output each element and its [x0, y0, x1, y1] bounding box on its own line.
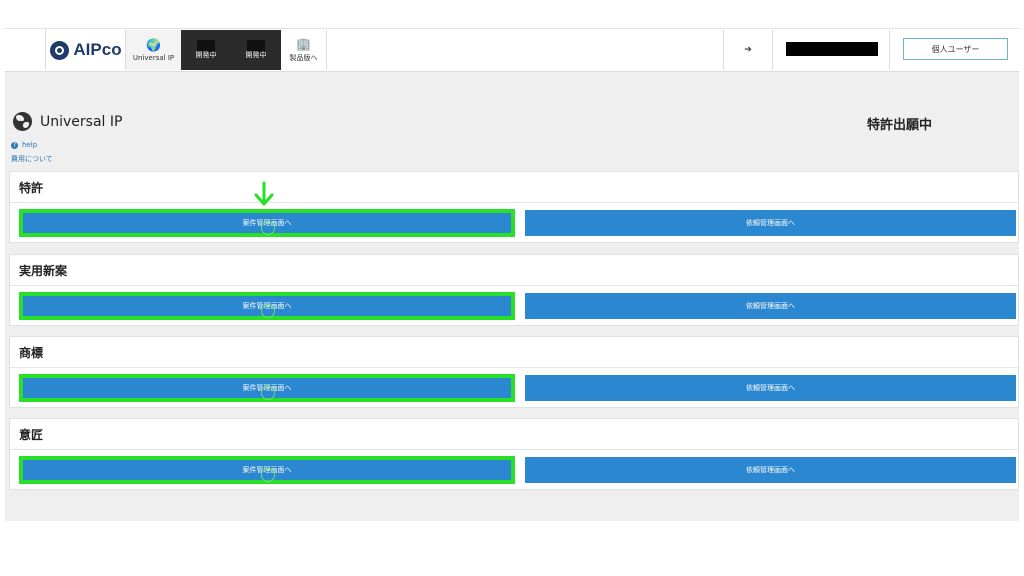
case-management-button[interactable]: 案件管理画面へ — [19, 374, 515, 402]
logout-button[interactable]: ➔ — [723, 30, 773, 70]
request-management-button[interactable]: 依頼管理画面へ — [525, 210, 1016, 236]
redacted-username — [786, 42, 878, 56]
question-circle-icon: ? — [11, 141, 18, 149]
globe-icon: 🌍 — [146, 37, 161, 52]
app-window: AIPco 🌍 Universal IP 開発中 開発中 🏢 製品版へ ➔ 個人… — [5, 28, 1019, 521]
divider — [889, 30, 890, 70]
section-title: 実用新案 — [19, 264, 68, 278]
section-title: 意匠 — [19, 428, 44, 442]
case-management-button[interactable]: 案件管理画面へ — [19, 209, 515, 237]
nav-tab-label: 製品版へ — [289, 53, 318, 62]
arrow-down-icon — [254, 181, 274, 206]
divider — [10, 367, 1018, 368]
building-icon: 🏢 — [296, 36, 311, 51]
nav-tab-label: 開発中 — [195, 51, 217, 59]
help-link[interactable]: ? help — [11, 141, 37, 149]
request-management-button[interactable]: 依頼管理画面へ — [525, 293, 1016, 319]
case-management-button[interactable]: 案件管理画面へ — [19, 456, 515, 484]
nav-tab-dev-1[interactable]: 開発中 — [181, 30, 231, 70]
logo-text: AIPco — [73, 40, 122, 59]
divider — [10, 285, 1018, 286]
button-label: 依頼管理画面へ — [746, 384, 795, 392]
section-trademark: 商標 案件管理画面へ 依頼管理画面へ — [9, 336, 1019, 408]
globe-icon — [13, 112, 32, 131]
fee-link[interactable]: 費用について — [11, 154, 53, 164]
section-title: 商標 — [19, 346, 44, 360]
nav-tab-universal-ip[interactable]: 🌍 Universal IP — [125, 30, 181, 70]
section-design: 意匠 案件管理画面へ 依頼管理画面へ — [9, 418, 1019, 490]
cursor-ring-icon — [261, 468, 275, 482]
cursor-ring-icon — [261, 386, 275, 400]
nav-tab-dev-2[interactable]: 開発中 — [231, 30, 281, 70]
nav-tab-products[interactable]: 🏢 製品版へ — [281, 30, 327, 70]
logout-icon: ➔ — [744, 45, 752, 55]
logo[interactable]: AIPco — [45, 30, 126, 70]
section-patent: 特許 案件管理画面へ 依頼管理画面へ — [9, 171, 1019, 243]
page-header: Universal IP — [13, 112, 122, 131]
divider — [10, 202, 1018, 203]
status-label: 特許出願中 — [867, 118, 933, 133]
button-label: 依頼管理画面へ — [746, 302, 795, 310]
page-title: Universal IP — [40, 113, 123, 130]
section-utility-model: 実用新案 案件管理画面へ 依頼管理画面へ — [9, 254, 1019, 326]
nav-tab-label: Universal IP — [132, 53, 175, 62]
request-management-button[interactable]: 依頼管理画面へ — [525, 457, 1016, 483]
top-navbar: AIPco 🌍 Universal IP 開発中 開発中 🏢 製品版へ ➔ 個人… — [5, 28, 1019, 72]
aipco-logo-icon — [50, 40, 70, 60]
case-management-button[interactable]: 案件管理画面へ — [19, 292, 515, 320]
request-management-button[interactable]: 依頼管理画面へ — [525, 375, 1016, 401]
button-label: 依頼管理画面へ — [746, 219, 795, 227]
cursor-ring-icon — [261, 221, 275, 235]
section-title: 特許 — [19, 181, 44, 195]
cursor-ring-icon — [261, 304, 275, 318]
user-type-button[interactable]: 個人ユーザー — [903, 38, 1008, 60]
divider — [10, 449, 1018, 450]
button-label: 依頼管理画面へ — [746, 466, 795, 474]
help-label: help — [22, 141, 38, 149]
nav-tab-label: 開発中 — [245, 51, 267, 59]
